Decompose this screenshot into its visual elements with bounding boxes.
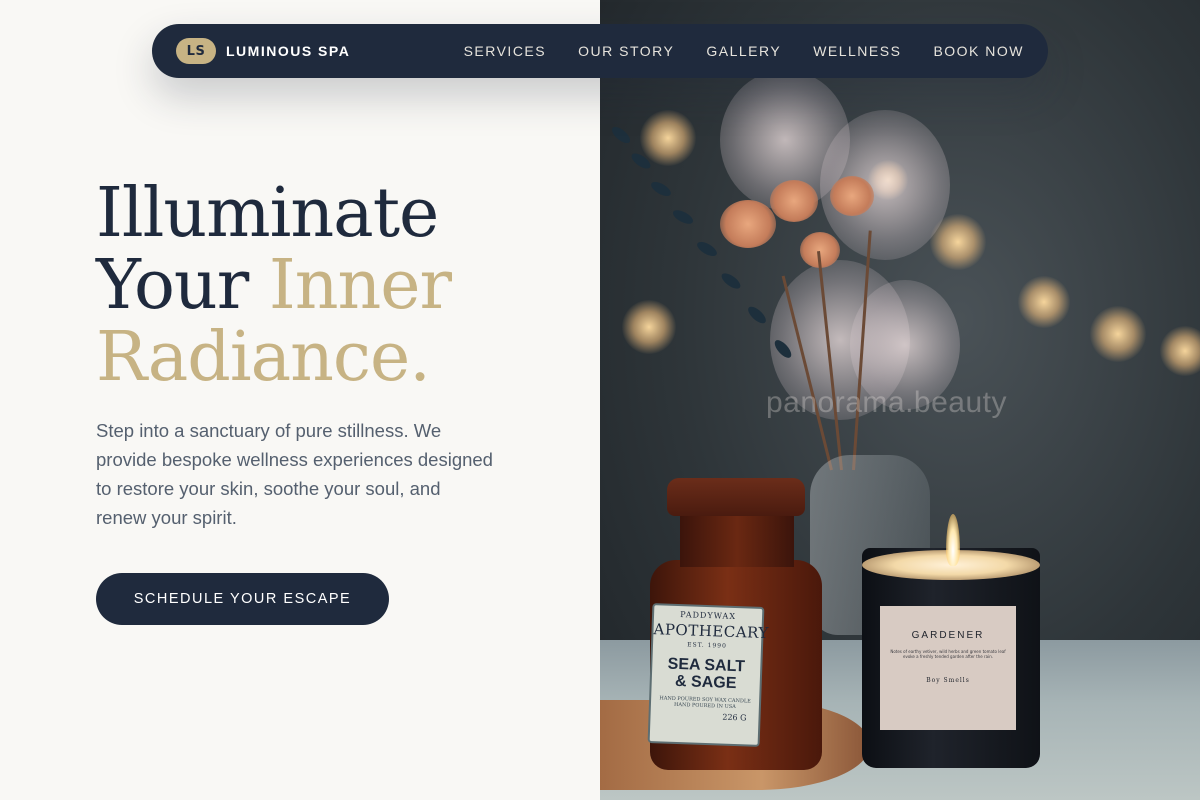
schedule-escape-button[interactable]: SCHEDULE YOUR ESCAPE bbox=[96, 573, 389, 625]
hero-photo: panorama.beauty PADDYWAX APOTHECARY EST.… bbox=[600, 0, 1200, 800]
watermark: panorama.beauty bbox=[766, 386, 1007, 419]
nav-link-services[interactable]: SERVICES bbox=[464, 43, 547, 59]
jar-label-fine-print: HAND POURED SOY WAX CANDLE HAND POURED I… bbox=[659, 695, 751, 711]
brand-badge: LS bbox=[176, 38, 216, 64]
candle-label-fine-print: Notes of earthy vetiver, wild herbs and … bbox=[890, 649, 1006, 659]
nav-links: SERVICES OUR STORY GALLERY WELLNESS BOOK… bbox=[464, 43, 1024, 59]
dried-flower bbox=[770, 180, 818, 222]
brand-name: LUMINOUS SPA bbox=[226, 43, 351, 59]
nav-link-wellness[interactable]: WELLNESS bbox=[813, 43, 901, 59]
dried-flower bbox=[830, 176, 874, 216]
bokeh-light bbox=[622, 300, 676, 354]
hero-subtitle: Step into a sanctuary of pure stillness.… bbox=[96, 420, 493, 528]
dried-flower bbox=[720, 200, 776, 248]
eucalyptus-leaf bbox=[609, 124, 633, 146]
nav-link-our-story[interactable]: OUR STORY bbox=[578, 43, 674, 59]
bokeh-light bbox=[1090, 306, 1146, 362]
eucalyptus-leaf bbox=[670, 207, 696, 227]
hero-title-line2-a: Your bbox=[96, 246, 269, 325]
jar-neck bbox=[680, 512, 794, 567]
bokeh-light bbox=[640, 110, 696, 166]
top-navbar: LS LUMINOUS SPA SERVICES OUR STORY GALLE… bbox=[152, 24, 1048, 78]
candle-label-maker: Boy Smells bbox=[926, 677, 970, 684]
hero-title-line2-highlight: Inner bbox=[268, 246, 452, 325]
bokeh-light bbox=[1018, 276, 1070, 328]
hero-title-line3: Radiance. bbox=[96, 318, 431, 397]
candle-label-name: GARDENER bbox=[911, 630, 985, 641]
hero-left-panel bbox=[0, 0, 600, 800]
hero-title: Illuminate Your Inner Radiance. bbox=[96, 178, 576, 394]
eucalyptus-leaf bbox=[648, 179, 674, 199]
hero-title-line1: Illuminate bbox=[96, 174, 439, 253]
eucalyptus-leaf bbox=[745, 303, 769, 327]
jar-label-est: EST. 1990 bbox=[687, 641, 727, 650]
nav-link-book-now[interactable]: BOOK NOW bbox=[933, 43, 1024, 59]
bokeh-light bbox=[1160, 326, 1200, 376]
candle-flame bbox=[946, 514, 960, 566]
eucalyptus-leaf bbox=[719, 270, 743, 292]
eucalyptus-leaf bbox=[694, 239, 720, 259]
jar-label: PADDYWAX APOTHECARY EST. 1990 SEA SALT &… bbox=[647, 603, 770, 747]
apothecary-jar: PADDYWAX APOTHECARY EST. 1990 SEA SALT &… bbox=[647, 478, 826, 770]
jar-label-weight: 226 G bbox=[722, 712, 747, 723]
nav-link-gallery[interactable]: GALLERY bbox=[706, 43, 781, 59]
candle-label: GARDENER Notes of earthy vetiver, wild h… bbox=[880, 606, 1016, 730]
jar-lid bbox=[667, 478, 805, 516]
jar-label-title: APOTHECARY bbox=[653, 620, 770, 643]
brand-logo-link[interactable]: LS LUMINOUS SPA bbox=[176, 38, 350, 64]
